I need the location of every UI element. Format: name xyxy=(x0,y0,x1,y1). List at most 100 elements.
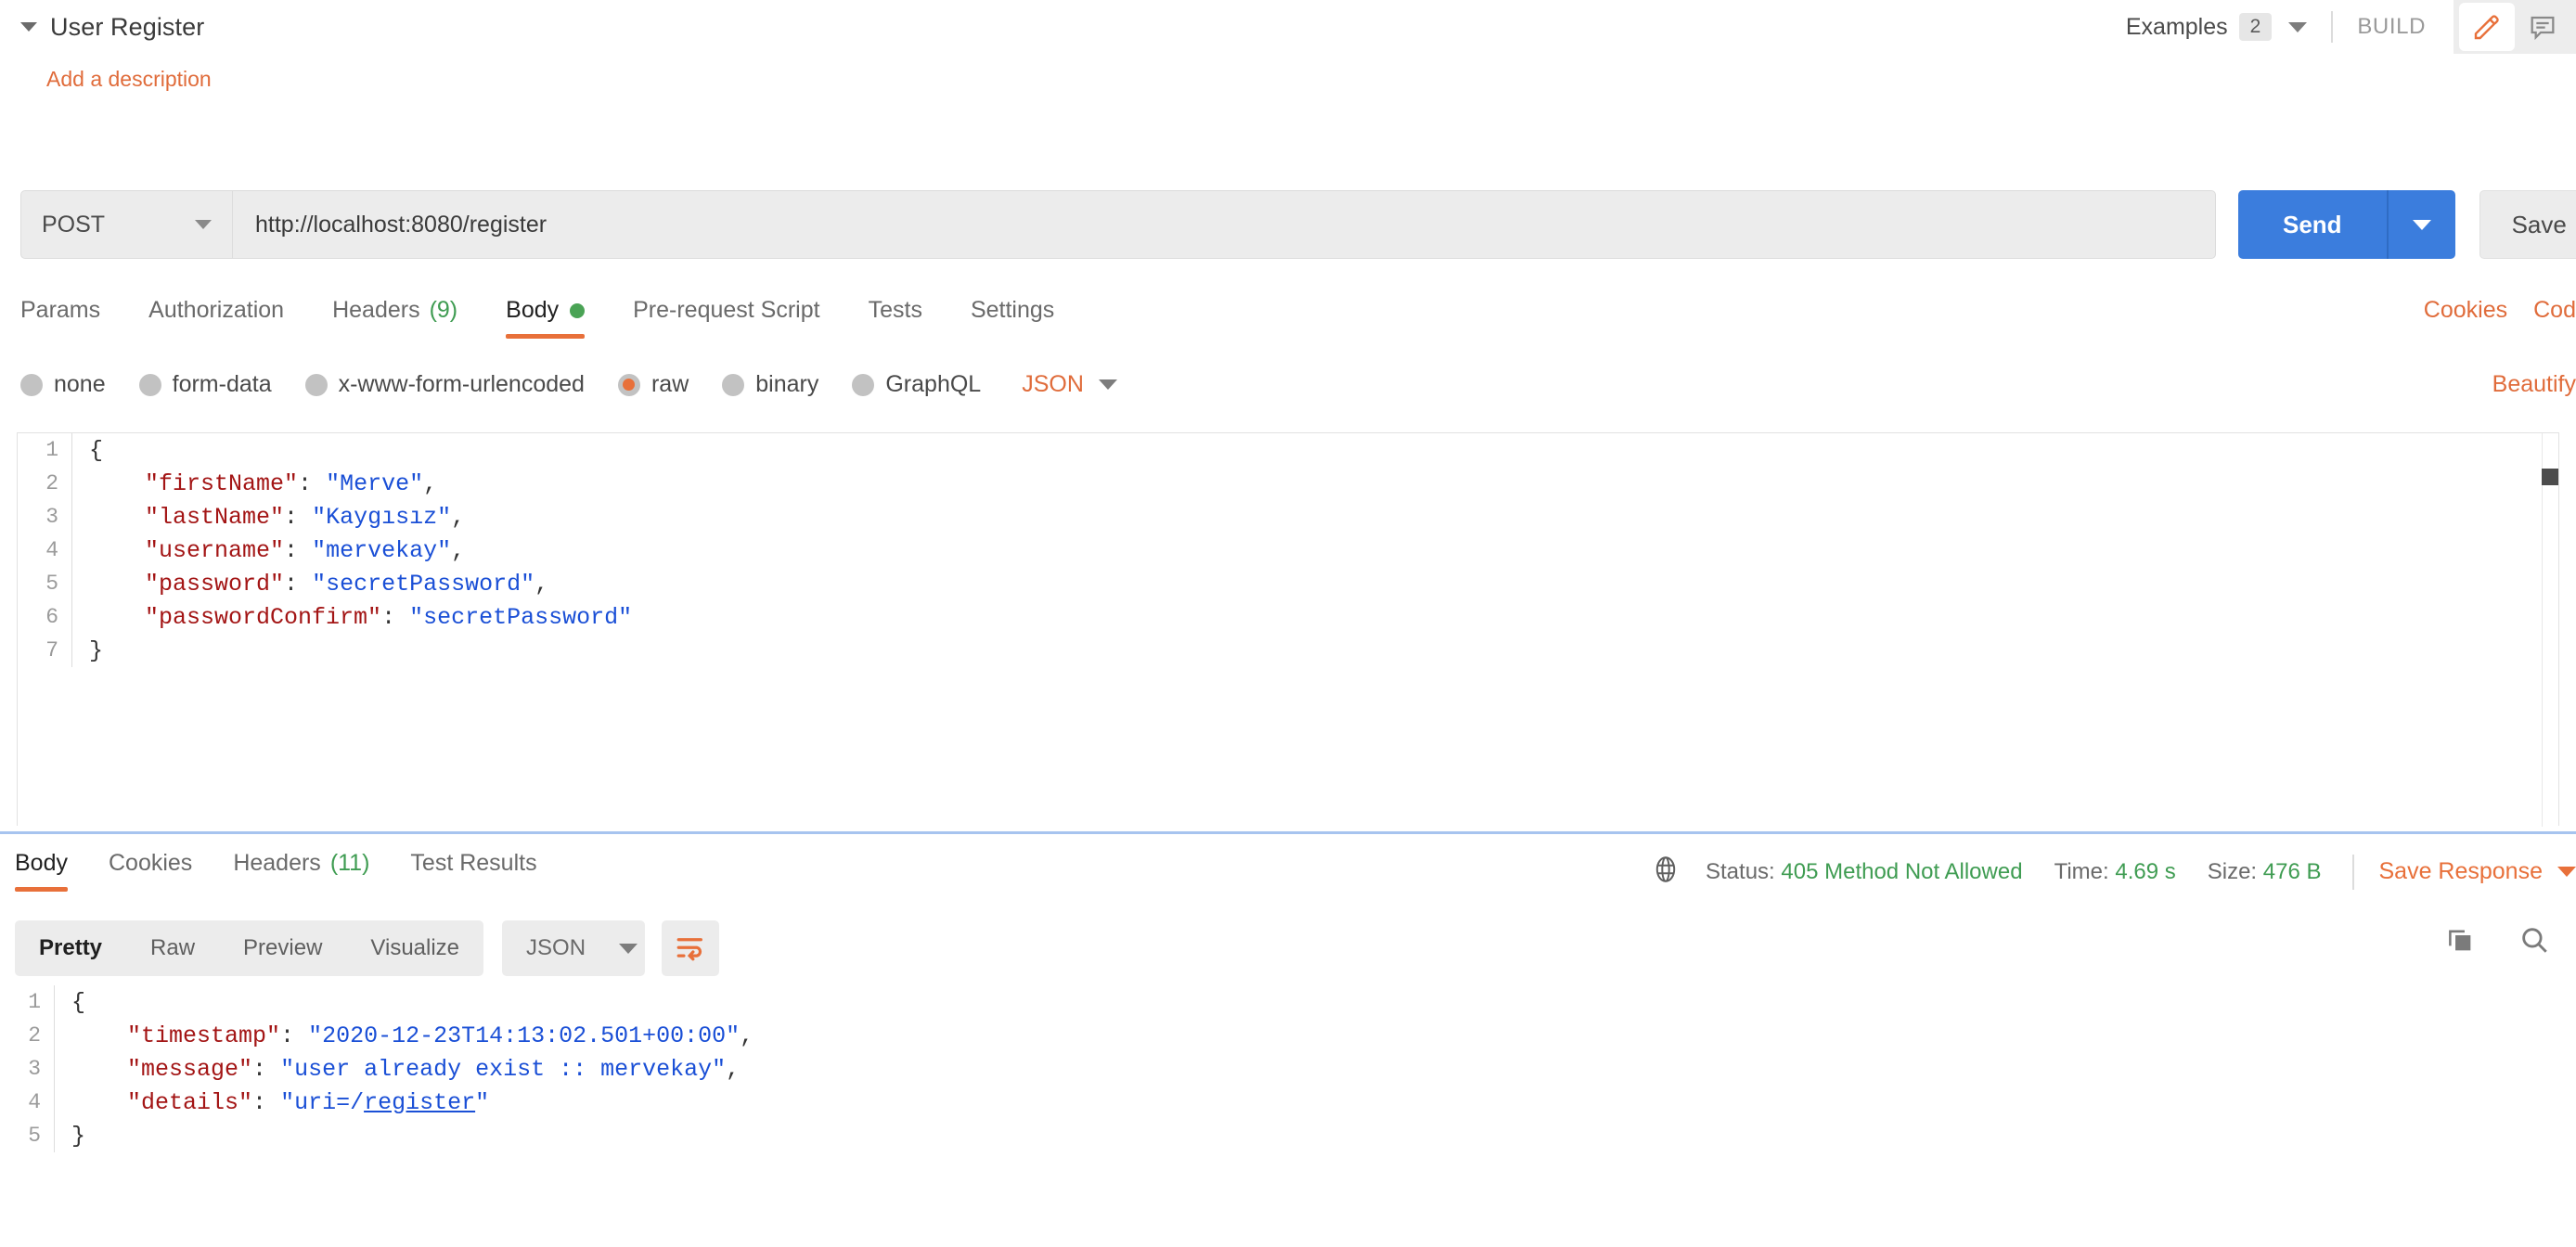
comment-icon[interactable] xyxy=(2515,3,2570,51)
tab-body[interactable]: Body xyxy=(506,297,586,344)
tab-authorization[interactable]: Authorization xyxy=(148,297,284,344)
body-type-graphql[interactable]: GraphQL xyxy=(852,371,981,398)
tab-params[interactable]: Params xyxy=(20,297,100,344)
json-value: "mervekay" xyxy=(312,536,452,564)
response-view-pretty[interactable]: Pretty xyxy=(15,935,126,961)
body-type-form-data[interactable]: form-data xyxy=(138,371,272,398)
pencil-icon[interactable] xyxy=(2459,3,2515,51)
chevron-down-icon xyxy=(1098,379,1117,390)
radio-label: raw xyxy=(650,371,689,397)
response-view-visualize[interactable]: Visualize xyxy=(346,935,483,961)
save-button-group: Save xyxy=(2479,190,2576,259)
time-stat: Time: 4.69 s xyxy=(2054,859,2176,885)
build-button[interactable]: BUILD xyxy=(2357,14,2426,40)
code-content: { xyxy=(55,989,85,1016)
uri-link[interactable]: register xyxy=(364,1089,475,1116)
json-key: "lastName" xyxy=(145,503,285,531)
tab-label: Params xyxy=(20,297,101,323)
add-description-link[interactable]: Add a description xyxy=(46,67,212,92)
line-number: 5 xyxy=(28,1124,41,1148)
json-value: "Merve" xyxy=(326,469,424,497)
body-type-none[interactable]: none xyxy=(20,371,106,398)
caret-down-icon[interactable] xyxy=(20,22,37,32)
json-key: "password" xyxy=(145,570,285,598)
response-format-select[interactable]: JSON xyxy=(502,920,646,976)
word-wrap-icon[interactable] xyxy=(662,920,720,976)
radio-label: GraphQL xyxy=(885,371,982,397)
response-body-viewer[interactable]: 1 { 2 "timestamp": "2020-12-23T14:13:02.… xyxy=(0,985,2576,1247)
response-tab-body[interactable]: Body xyxy=(15,850,68,895)
method-chevron-down-icon xyxy=(195,220,212,229)
editor-scrollbar[interactable] xyxy=(2542,433,2558,827)
tab-headers[interactable]: Headers (9) xyxy=(332,297,457,344)
url-input[interactable]: http://localhost:8080/register xyxy=(232,190,2216,259)
http-method-select[interactable]: POST xyxy=(20,190,232,259)
response-view-raw[interactable]: Raw xyxy=(126,935,219,961)
json-separator: : xyxy=(284,570,313,598)
json-separator: : xyxy=(381,603,410,631)
json-punctuation: { xyxy=(71,988,86,1016)
examples-chevron-down-icon[interactable] xyxy=(2288,21,2308,32)
search-icon[interactable] xyxy=(2518,924,2550,960)
json-value: "secretPassword" xyxy=(312,570,535,598)
json-separator: : xyxy=(298,469,327,497)
response-toolbar-right xyxy=(2402,924,2550,960)
json-separator: : xyxy=(252,1088,281,1116)
save-response-label: Save Response xyxy=(2378,858,2543,884)
tab-label: Body xyxy=(506,297,560,323)
body-type-raw[interactable]: raw xyxy=(617,371,689,398)
body-present-indicator-icon xyxy=(570,302,586,318)
code-content: "firstName": "Merve", xyxy=(72,470,437,497)
radio-icon xyxy=(138,373,161,396)
send-button[interactable]: Send xyxy=(2238,211,2387,239)
radio-label: form-data xyxy=(172,371,272,397)
code-line: 4 "details": "uri=/register" xyxy=(0,1086,2576,1119)
chevron-down-icon xyxy=(2412,219,2431,230)
response-view-preview[interactable]: Preview xyxy=(219,935,346,961)
request-title-group[interactable]: User Register xyxy=(0,13,204,42)
code-line: 5 } xyxy=(0,1119,2576,1152)
examples-count-badge: 2 xyxy=(2238,13,2273,41)
copy-icon[interactable] xyxy=(2444,924,2476,960)
cookies-link[interactable]: Cookies xyxy=(2424,297,2507,324)
status-badge: Status: 405 Method Not Allowed xyxy=(1706,859,2023,885)
examples-label: Examples xyxy=(2125,13,2228,40)
code-link[interactable]: Cod xyxy=(2533,297,2576,324)
tab-count: (9) xyxy=(429,297,458,323)
scrollbar-thumb[interactable] xyxy=(2542,469,2558,485)
line-number: 4 xyxy=(28,1090,41,1114)
tab-label: Headers xyxy=(233,850,321,876)
body-type-binary[interactable]: binary xyxy=(722,371,818,398)
beautify-button[interactable]: Beautify xyxy=(2492,371,2576,398)
tab-label: Body xyxy=(15,850,68,876)
tab-settings[interactable]: Settings xyxy=(971,297,1054,344)
json-value[interactable]: "uri=/register" xyxy=(280,1089,489,1116)
response-tab-cookies[interactable]: Cookies xyxy=(109,850,192,895)
mode-icon-strip xyxy=(2454,0,2576,54)
save-button[interactable]: Save xyxy=(2480,211,2576,239)
globe-icon[interactable] xyxy=(1650,854,1681,890)
tab-tests[interactable]: Tests xyxy=(869,297,922,344)
json-value: "2020-12-23T14:13:02.501+00:00" xyxy=(308,1022,741,1049)
send-options-button[interactable] xyxy=(2389,219,2455,230)
save-response-button[interactable]: Save Response xyxy=(2378,858,2576,885)
time-value: 4.69 s xyxy=(2115,858,2176,884)
json-key: "username" xyxy=(145,536,285,564)
body-type-urlencoded[interactable]: x-www-form-urlencoded xyxy=(304,371,585,398)
tab-pre-request-script[interactable]: Pre-request Script xyxy=(633,297,819,344)
response-tab-test-results[interactable]: Test Results xyxy=(410,850,536,895)
response-tabs: Body Cookies Headers (11) Test Results xyxy=(15,850,578,895)
request-body-editor[interactable]: 1 { 2 "firstName": "Merve", 3 "lastName"… xyxy=(17,432,2559,827)
line-number: 1 xyxy=(45,438,58,462)
time-label: Time: xyxy=(2054,858,2109,884)
response-tab-headers[interactable]: Headers (11) xyxy=(233,850,369,895)
body-format-value: JSON xyxy=(1022,371,1084,397)
response-status-bar: Status: 405 Method Not Allowed Time: 4.6… xyxy=(1650,854,2576,890)
code-content: { xyxy=(72,437,103,464)
size-value: 476 B xyxy=(2262,858,2322,884)
size-stat: Size: 476 B xyxy=(2208,859,2322,885)
json-separator: : xyxy=(252,1055,281,1083)
http-method-value: POST xyxy=(42,211,106,238)
page-title: User Register xyxy=(50,12,205,41)
body-format-select[interactable]: JSON xyxy=(1022,371,1117,398)
